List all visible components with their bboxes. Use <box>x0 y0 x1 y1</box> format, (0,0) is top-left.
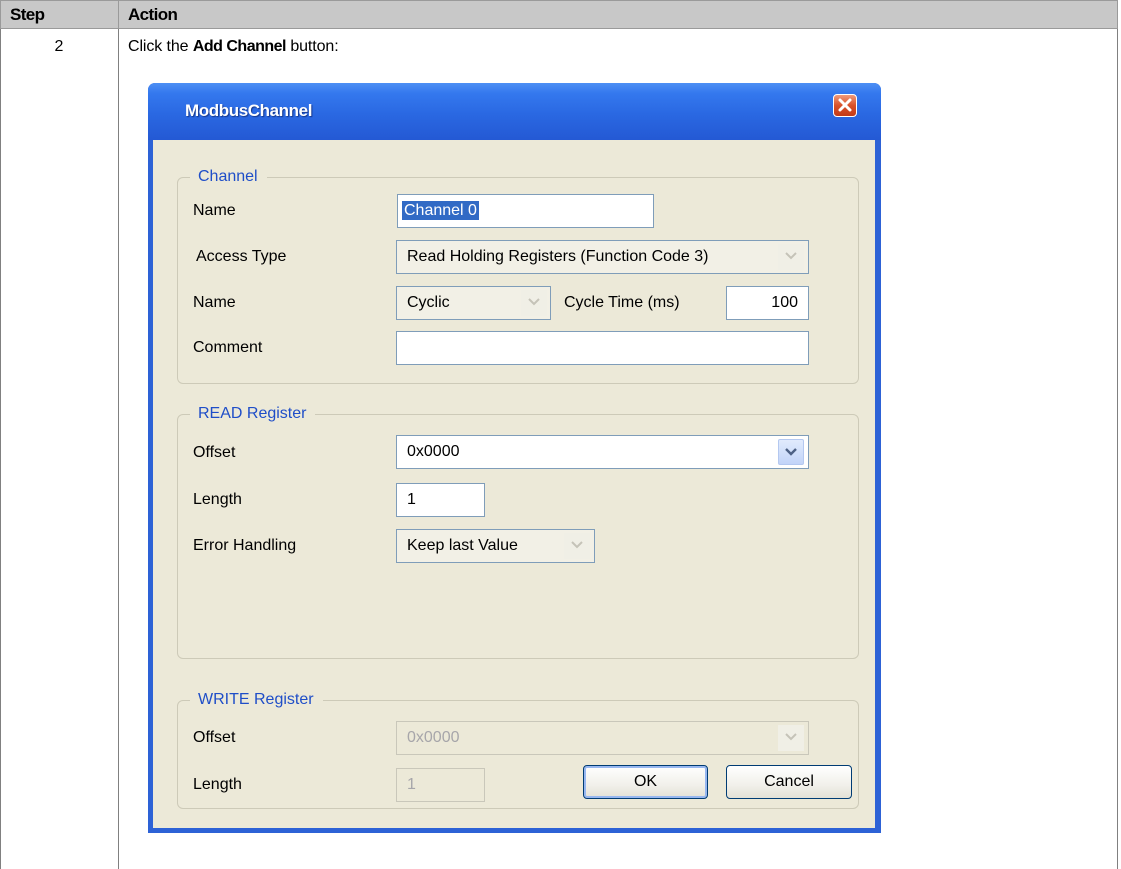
dialog-title: ModbusChannel <box>185 101 313 120</box>
error-handling-label: Error Handling <box>193 537 297 554</box>
cycle-time-field[interactable]: 100 <box>726 286 809 320</box>
read-register-legend: READ Register <box>190 404 316 424</box>
read-offset-value: 0x0000 <box>407 443 460 460</box>
instruction-bold: Add Channel <box>192 38 287 55</box>
write-register-legend: WRITE Register <box>190 690 323 710</box>
chevron-down-icon <box>571 541 583 549</box>
error-handling-dropdown-button[interactable] <box>564 533 590 559</box>
cycle-time-label: Cycle Time (ms) <box>564 294 680 311</box>
channel-group: Channel Name Channel 0 Access Type Read … <box>177 167 859 384</box>
read-length-label: Length <box>193 491 242 508</box>
write-offset-value: 0x0000 <box>407 729 460 746</box>
read-register-group: READ Register Offset 0x0000 Length 1 Err… <box>177 404 859 659</box>
write-offset-label: Offset <box>193 729 236 746</box>
write-length-field: 1 <box>396 768 485 802</box>
name-label: Name <box>193 202 236 219</box>
access-type-combo[interactable]: Read Holding Registers (Function Code 3) <box>396 240 809 274</box>
table-border-left <box>0 29 1 869</box>
error-handling-combo[interactable]: Keep last Value <box>396 529 595 563</box>
error-handling-value: Keep last Value <box>407 537 518 554</box>
trigger-value: Cyclic <box>407 294 450 311</box>
chevron-down-icon <box>785 448 797 456</box>
comment-label: Comment <box>193 339 263 356</box>
header-action: Action <box>118 0 1118 29</box>
chevron-down-icon <box>785 733 797 741</box>
instruction-text: Click the Add Channel button: <box>128 38 339 56</box>
read-offset-dropdown-button[interactable] <box>778 439 804 465</box>
trigger-dropdown-button[interactable] <box>521 290 547 316</box>
access-type-label: Access Type <box>196 248 287 265</box>
instruction-prefix: Click the <box>128 38 193 55</box>
close-icon <box>838 98 852 112</box>
cancel-button[interactable]: Cancel <box>726 765 852 799</box>
instruction-suffix: button: <box>285 38 339 55</box>
table-border-middle <box>118 29 119 869</box>
read-length-field[interactable]: 1 <box>396 483 485 517</box>
name-field-value: Channel 0 <box>402 201 479 220</box>
header-step: Step <box>0 0 119 29</box>
step-number: 2 <box>54 38 64 55</box>
access-type-value: Read Holding Registers (Function Code 3) <box>407 248 709 265</box>
access-type-dropdown-button[interactable] <box>778 244 804 270</box>
write-offset-combo: 0x0000 <box>396 721 809 755</box>
ok-button[interactable]: OK <box>583 765 708 799</box>
channel-group-legend: Channel <box>190 167 267 187</box>
write-offset-dropdown-button <box>778 725 804 751</box>
dialog-client-area: Channel Name Channel 0 Access Type Read … <box>153 140 875 828</box>
modbus-channel-dialog: ModbusChannel Channel Name Channel 0 Acc… <box>148 83 881 833</box>
name-field[interactable]: Channel 0 <box>397 194 654 228</box>
trigger-label: Name <box>193 294 236 311</box>
comment-field[interactable] <box>396 331 809 365</box>
trigger-combo[interactable]: Cyclic <box>396 286 551 320</box>
read-offset-label: Offset <box>193 444 236 461</box>
read-offset-combo[interactable]: 0x0000 <box>396 435 809 469</box>
table-border-right <box>1117 29 1118 869</box>
write-length-label: Length <box>193 776 242 793</box>
chevron-down-icon <box>785 252 797 260</box>
chevron-down-icon <box>528 298 540 306</box>
title-bar[interactable]: ModbusChannel <box>148 83 881 140</box>
close-button[interactable] <box>833 94 857 117</box>
